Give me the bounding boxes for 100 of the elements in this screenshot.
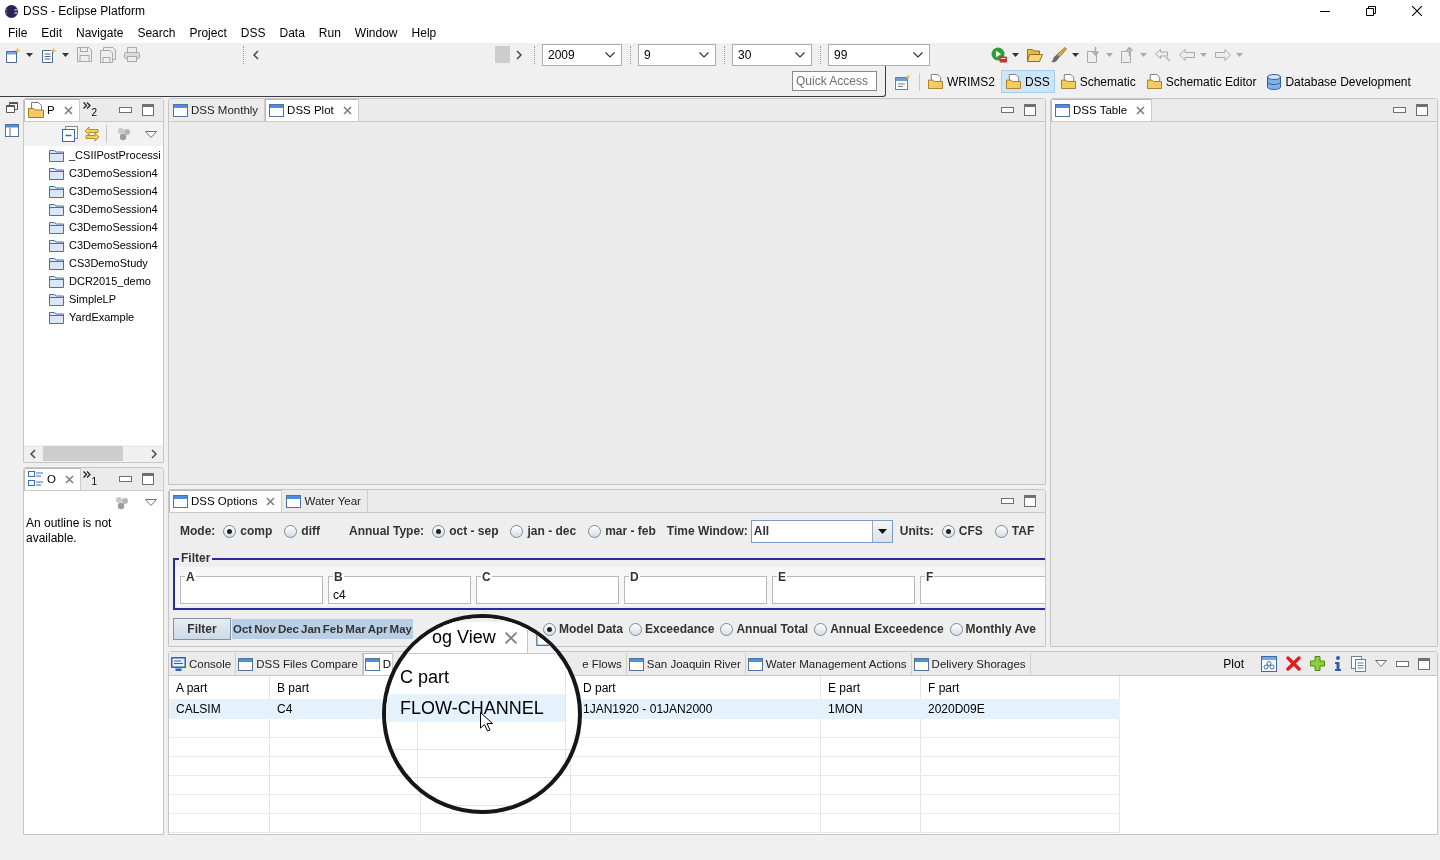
- brush-icon[interactable]: [1051, 46, 1067, 63]
- menu-item[interactable]: Project: [182, 23, 234, 42]
- minimize-icon[interactable]: [119, 476, 132, 482]
- menu-item[interactable]: Window: [347, 23, 405, 42]
- view-tab[interactable]: DSS Plot: [265, 99, 359, 121]
- month-item[interactable]: Mar: [344, 619, 367, 639]
- tree-item[interactable]: DCR2015_demo: [24, 272, 163, 290]
- caret-icon[interactable]: [1012, 52, 1019, 57]
- scroll-right-icon[interactable]: [516, 49, 522, 60]
- month-item[interactable]: Apr: [366, 619, 389, 639]
- tree-item[interactable]: _CSIIPostProcessi: [24, 146, 163, 164]
- radio-button[interactable]: [720, 622, 734, 636]
- column-header[interactable]: A part: [176, 680, 208, 695]
- view-tab[interactable]: San Joaquin River: [626, 653, 746, 675]
- perspective-button[interactable]: DSS: [1001, 70, 1055, 93]
- close-icon[interactable]: [64, 474, 74, 484]
- caret-icon[interactable]: [62, 52, 69, 57]
- maximize-icon[interactable]: [142, 104, 154, 116]
- tree-item[interactable]: CS3DemoStudy: [24, 254, 163, 272]
- scrollbar-thumb[interactable]: [495, 46, 510, 63]
- tree-item[interactable]: C3DemoSession4: [24, 200, 163, 218]
- filter-button[interactable]: Filter: [173, 618, 231, 640]
- window-plus-icon[interactable]: [895, 73, 911, 90]
- quick-access-field[interactable]: Quick Access: [792, 71, 877, 91]
- view-tab[interactable]: D: [362, 653, 394, 675]
- radio-button[interactable]: [284, 524, 298, 538]
- view-tab[interactable]: DSS Files Compare: [236, 653, 363, 675]
- caret-icon[interactable]: [26, 52, 33, 57]
- tree-item[interactable]: C3DemoSession4: [24, 236, 163, 254]
- list-page-icon[interactable]: [41, 46, 57, 63]
- menu-item[interactable]: Navigate: [69, 23, 131, 42]
- chart-dots-icon[interactable]: [1261, 655, 1277, 672]
- radio-button[interactable]: [510, 524, 524, 538]
- delete-icon[interactable]: [1286, 656, 1301, 671]
- menu-item[interactable]: File: [1, 23, 35, 42]
- dropdown-field[interactable]: 99: [828, 43, 930, 66]
- horizontal-scrollbar[interactable]: [24, 445, 163, 462]
- copy-icon[interactable]: [1351, 655, 1366, 672]
- perspective-button[interactable]: Schematic: [1055, 70, 1141, 93]
- column-header[interactable]: D part: [583, 680, 616, 695]
- radio-button[interactable]: [994, 524, 1008, 538]
- view-icon[interactable]: [4, 124, 19, 137]
- menu-item[interactable]: Data: [272, 23, 312, 42]
- menu-item[interactable]: DSS: [233, 23, 273, 42]
- menu-item[interactable]: Edit: [34, 23, 70, 42]
- menu-item[interactable]: Run: [311, 23, 348, 42]
- overflow-button[interactable]: 2: [83, 102, 97, 118]
- view-menu-icon[interactable]: [1375, 660, 1387, 667]
- view-menu-icon[interactable]: [145, 499, 157, 506]
- maximize-icon[interactable]: [1416, 104, 1428, 116]
- radio-button[interactable]: [629, 622, 642, 636]
- scrollbar-thumb[interactable]: [43, 446, 123, 461]
- view-tab[interactable]: Console: [169, 653, 237, 675]
- radio-button[interactable]: [949, 622, 963, 636]
- month-item[interactable]: Oct: [232, 619, 254, 639]
- dropdown-field[interactable]: 30: [732, 43, 812, 66]
- view-tab[interactable]: Water Year: [282, 490, 368, 512]
- menu-item[interactable]: Search: [130, 23, 183, 42]
- view-tab[interactable]: DSS Options: [169, 490, 283, 512]
- radio-button[interactable]: [588, 524, 602, 538]
- tree-item[interactable]: C3DemoSession4: [24, 164, 163, 182]
- column-header[interactable]: F part: [928, 680, 960, 695]
- scroll-left-icon[interactable]: [253, 49, 259, 60]
- view-tab[interactable]: Delivery Shorages: [911, 653, 1031, 675]
- perspective-button[interactable]: WRIMS2: [923, 70, 1000, 93]
- radio-button[interactable]: [543, 622, 556, 636]
- tree-item[interactable]: C3DemoSession4: [24, 218, 163, 236]
- menu-item[interactable]: Help: [404, 23, 444, 42]
- close-icon[interactable]: [1136, 105, 1146, 115]
- caret-icon[interactable]: [1072, 52, 1079, 57]
- tree-item[interactable]: SimpleLP: [24, 290, 163, 308]
- radio-button[interactable]: [223, 524, 237, 538]
- month-item[interactable]: Jan: [300, 619, 322, 639]
- view-tab[interactable]: DSS Monthly: [169, 99, 266, 121]
- radio-button[interactable]: [814, 622, 828, 636]
- view-tab[interactable]: O: [24, 468, 81, 490]
- view-tab[interactable]: DSS Table: [1051, 99, 1153, 121]
- maximize-icon[interactable]: [1024, 495, 1036, 507]
- month-item[interactable]: Feb: [321, 619, 345, 639]
- minimize-icon[interactable]: [1001, 498, 1014, 504]
- view-menu-icon[interactable]: [145, 130, 157, 138]
- maximize-icon[interactable]: [1418, 657, 1430, 670]
- dropdown-button[interactable]: [871, 520, 892, 542]
- perspective-button[interactable]: Schematic Editor: [1141, 70, 1262, 93]
- restore-icon[interactable]: [5, 102, 18, 113]
- minimize-icon[interactable]: [119, 107, 132, 113]
- maximize-icon[interactable]: [142, 473, 154, 485]
- time-window-dropdown[interactable]: All: [750, 519, 893, 543]
- run-icon[interactable]: [991, 46, 1007, 63]
- collapse-all-icon[interactable]: [62, 126, 78, 142]
- close-icon[interactable]: [63, 105, 73, 115]
- info-icon[interactable]: [1334, 656, 1342, 671]
- close-icon[interactable]: [266, 496, 276, 506]
- month-item[interactable]: Nov: [253, 619, 277, 639]
- scroll-left-icon[interactable]: [30, 448, 36, 459]
- column-header[interactable]: B part: [277, 680, 309, 695]
- link-arrows-icon[interactable]: [84, 126, 100, 142]
- radio-button[interactable]: [941, 524, 955, 538]
- month-item[interactable]: Dec: [276, 619, 300, 639]
- minimize-icon[interactable]: [1001, 107, 1014, 113]
